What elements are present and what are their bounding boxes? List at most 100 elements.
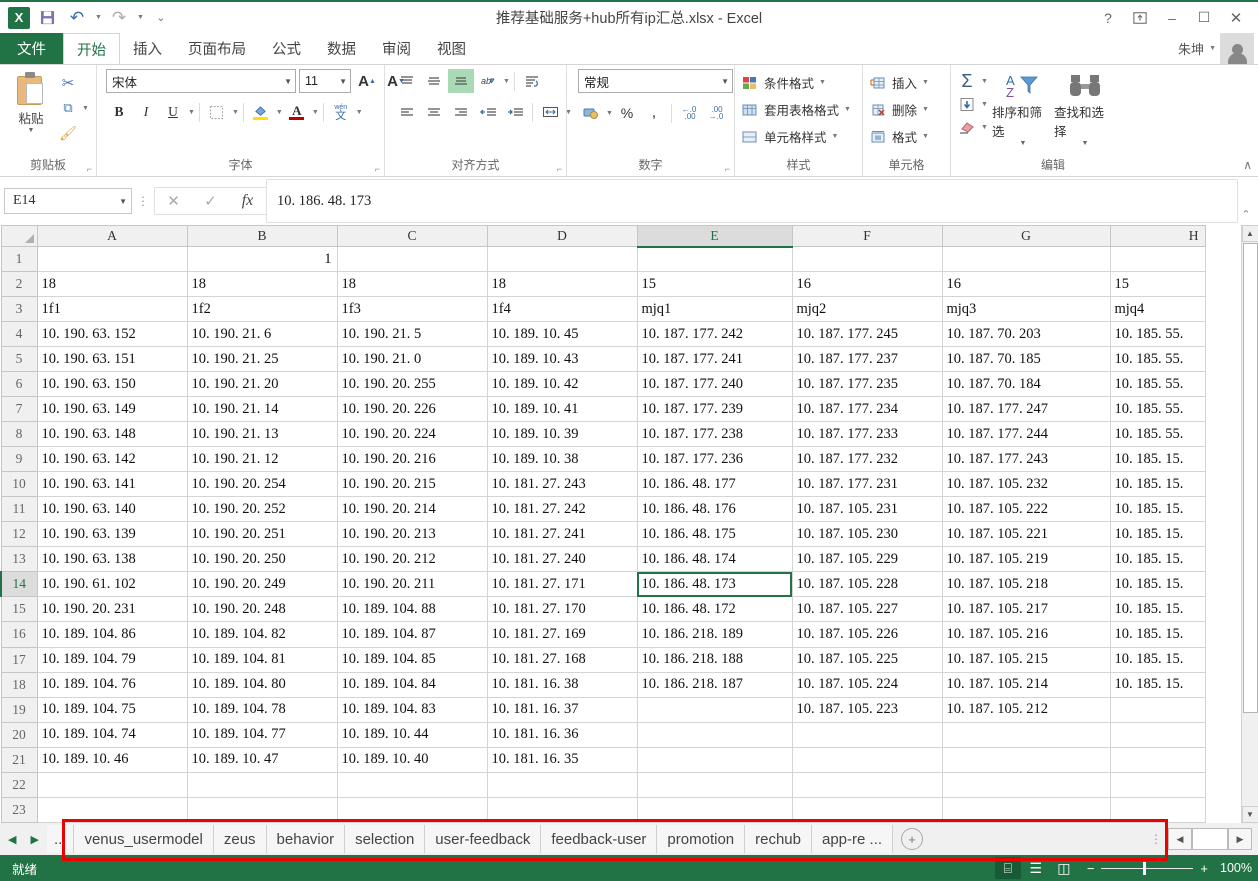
tab-data[interactable]: 数据: [314, 33, 369, 64]
row-header-11[interactable]: 11: [0, 496, 38, 523]
name-box[interactable]: E14 ▼: [4, 188, 132, 214]
cell-g8[interactable]: 10. 187. 177. 244: [941, 421, 1111, 448]
cell-c1[interactable]: [336, 245, 488, 273]
cell-b22[interactable]: [186, 771, 338, 798]
row-header-1[interactable]: 1: [0, 245, 38, 273]
next-sheet-icon[interactable]: ▶: [30, 833, 38, 846]
hscroll-right-icon[interactable]: ▶: [1228, 828, 1252, 850]
cell-f22[interactable]: [791, 771, 943, 798]
cell-d1[interactable]: [486, 245, 638, 273]
sort-filter-dropdown-icon[interactable]: ▼: [1019, 140, 1026, 147]
format-cells-button[interactable]: 格式 ▼: [868, 125, 929, 148]
zoom-out-button[interactable]: −: [1087, 861, 1095, 876]
cell-b3[interactable]: 1f2: [186, 296, 338, 323]
increase-decimal-icon[interactable]: ←.0 .00: [676, 101, 702, 125]
insert-function-icon[interactable]: fx: [229, 188, 266, 214]
cell-b6[interactable]: 10. 190. 21. 20: [186, 371, 338, 398]
user-account-area[interactable]: 朱坤 ▼: [1178, 33, 1258, 64]
format-as-table-dropdown-icon[interactable]: ▼: [844, 106, 851, 113]
cell-b9[interactable]: 10. 190. 21. 12: [186, 446, 338, 473]
cell-h14[interactable]: 10. 185. 15.: [1109, 571, 1206, 598]
column-header-d[interactable]: D: [486, 225, 638, 247]
cell-f9[interactable]: 10. 187. 177. 232: [791, 446, 943, 473]
cell-g15[interactable]: 10. 187. 105. 217: [941, 596, 1111, 623]
cell-h4[interactable]: 10. 185. 55.: [1109, 321, 1206, 348]
sheet-tab-feedback-user[interactable]: feedback-user: [541, 825, 658, 853]
currency-format-icon[interactable]: [578, 101, 604, 125]
tab-insert[interactable]: 插入: [120, 33, 175, 64]
row-header-16[interactable]: 16: [0, 621, 38, 648]
cell-c13[interactable]: 10. 190. 20. 212: [336, 546, 488, 573]
currency-dropdown-icon[interactable]: ▼: [606, 110, 613, 117]
row-header-21[interactable]: 21: [0, 746, 38, 773]
cell-g5[interactable]: 10. 187. 70. 185: [941, 346, 1111, 373]
cell-e19[interactable]: [636, 696, 793, 723]
cell-g10[interactable]: 10. 187. 105. 232: [941, 471, 1111, 498]
cell-h11[interactable]: 10. 185. 15.: [1109, 496, 1206, 523]
align-left-icon[interactable]: [394, 100, 420, 124]
wrap-text-icon[interactable]: [519, 69, 545, 93]
cell-g19[interactable]: 10. 187. 105. 212: [941, 696, 1111, 723]
font-size-combo[interactable]: 11 ▼: [299, 69, 351, 93]
cell-b2[interactable]: 18: [186, 271, 338, 298]
cell-a20[interactable]: 10. 189. 104. 74: [36, 721, 188, 748]
increase-font-size-icon[interactable]: A ▲: [354, 69, 380, 93]
cell-a18[interactable]: 10. 189. 104. 76: [36, 671, 188, 698]
cell-c5[interactable]: 10. 190. 21. 0: [336, 346, 488, 373]
borders-icon[interactable]: [204, 100, 230, 124]
cell-g11[interactable]: 10. 187. 105. 222: [941, 496, 1111, 523]
sheet-tab-venus-usermodel[interactable]: venus_usermodel: [74, 825, 214, 853]
fill-color-dropdown-icon[interactable]: ▼: [276, 109, 283, 116]
cell-b5[interactable]: 10. 190. 21. 25: [186, 346, 338, 373]
row-header-13[interactable]: 13: [0, 546, 38, 573]
cell-c21[interactable]: 10. 189. 10. 40: [336, 746, 488, 773]
hscroll-left-icon[interactable]: ◀: [1168, 828, 1192, 850]
cell-c10[interactable]: 10. 190. 20. 215: [336, 471, 488, 498]
cell-a23[interactable]: [36, 796, 188, 823]
select-all-corner[interactable]: [0, 225, 38, 247]
cell-h17[interactable]: 10. 185. 15.: [1109, 646, 1206, 673]
row-header-9[interactable]: 9: [0, 446, 38, 473]
conditional-formatting-button[interactable]: 条件格式 ▼: [740, 71, 851, 94]
cell-e5[interactable]: 10. 187. 177. 241: [636, 346, 793, 373]
cell-h9[interactable]: 10. 185. 15.: [1109, 446, 1206, 473]
cell-b11[interactable]: 10. 190. 20. 252: [186, 496, 338, 523]
cell-e3[interactable]: mjq1: [636, 296, 793, 323]
fill-color-icon[interactable]: [248, 100, 274, 124]
cell-d14[interactable]: 10. 181. 27. 171: [486, 571, 638, 598]
cell-b7[interactable]: 10. 190. 21. 14: [186, 396, 338, 423]
cancel-entry-icon[interactable]: ✕: [155, 188, 192, 214]
number-dialog-launcher-icon[interactable]: ⌐: [725, 164, 730, 174]
cell-d18[interactable]: 10. 181. 16. 38: [486, 671, 638, 698]
cell-c8[interactable]: 10. 190. 20. 224: [336, 421, 488, 448]
cell-f10[interactable]: 10. 187. 177. 231: [791, 471, 943, 498]
cell-c16[interactable]: 10. 189. 104. 87: [336, 621, 488, 648]
cell-e17[interactable]: 10. 186. 218. 188: [636, 646, 793, 673]
align-middle-icon[interactable]: [421, 69, 447, 93]
cell-e10[interactable]: 10. 186. 48. 177: [636, 471, 793, 498]
scroll-down-icon[interactable]: ▼: [1241, 806, 1258, 823]
cell-d16[interactable]: 10. 181. 27. 169: [486, 621, 638, 648]
row-header-19[interactable]: 19: [0, 696, 38, 723]
cell-styles-button[interactable]: 单元格样式 ▼: [740, 125, 851, 148]
cell-h15[interactable]: 10. 185. 15.: [1109, 596, 1206, 623]
cell-g4[interactable]: 10. 187. 70. 203: [941, 321, 1111, 348]
cell-g18[interactable]: 10. 187. 105. 214: [941, 671, 1111, 698]
cell-a10[interactable]: 10. 190. 63. 141: [36, 471, 188, 498]
add-sheet-icon[interactable]: +: [901, 828, 924, 850]
underline-button[interactable]: U: [160, 100, 186, 124]
format-painter-button[interactable]: 🖌: [57, 123, 89, 143]
conditional-formatting-dropdown-icon[interactable]: ▼: [819, 79, 826, 86]
cell-f7[interactable]: 10. 187. 177. 234: [791, 396, 943, 423]
align-right-icon[interactable]: [448, 100, 474, 124]
cell-c11[interactable]: 10. 190. 20. 214: [336, 496, 488, 523]
zoom-slider[interactable]: [1101, 861, 1194, 875]
tab-review[interactable]: 审阅: [369, 33, 424, 64]
merge-cells-icon[interactable]: [537, 100, 563, 124]
row-header-2[interactable]: 2: [0, 271, 38, 298]
cell-c18[interactable]: 10. 189. 104. 84: [336, 671, 488, 698]
cell-b10[interactable]: 10. 190. 20. 254: [186, 471, 338, 498]
cell-g6[interactable]: 10. 187. 70. 184: [941, 371, 1111, 398]
tab-view[interactable]: 视图: [424, 33, 479, 64]
number-format-dropdown-icon[interactable]: ▼: [715, 77, 729, 86]
